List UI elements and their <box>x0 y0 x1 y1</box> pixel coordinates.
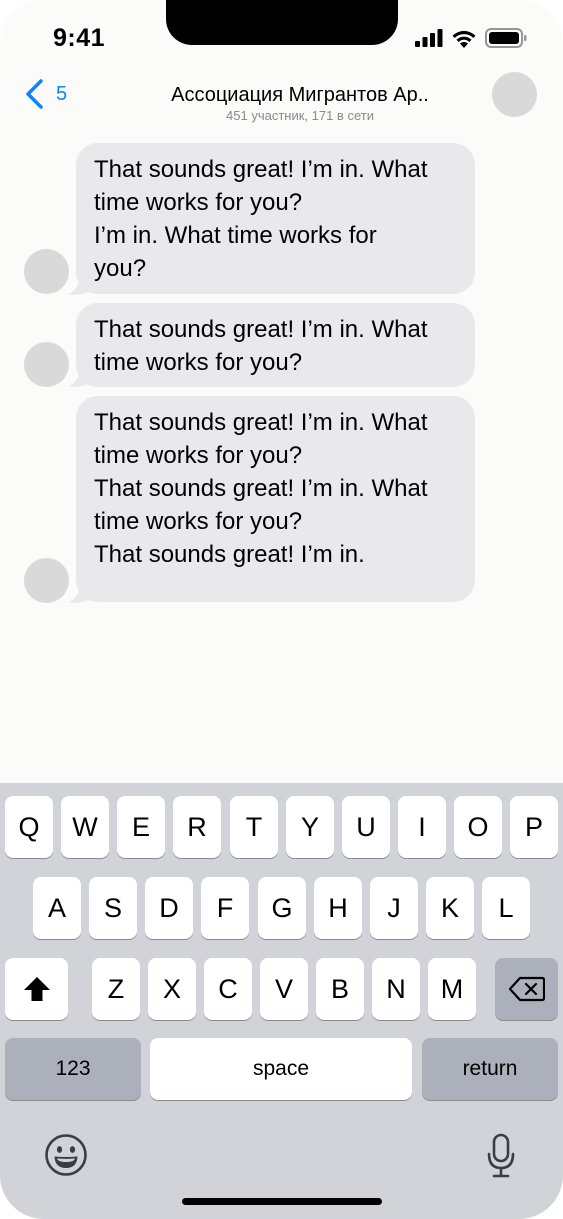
wifi-icon <box>452 30 476 48</box>
key-y[interactable]: Y <box>286 796 334 858</box>
key-b[interactable]: B <box>316 958 364 1020</box>
back-button[interactable]: 5 <box>24 78 67 110</box>
key-u[interactable]: U <box>342 796 390 858</box>
key-o[interactable]: O <box>454 796 502 858</box>
emoji-icon[interactable] <box>44 1133 88 1177</box>
chat-avatar[interactable] <box>492 72 537 117</box>
key-a[interactable]: A <box>33 877 81 939</box>
key-m[interactable]: M <box>428 958 476 1020</box>
key-p[interactable]: P <box>510 796 558 858</box>
home-indicator[interactable] <box>182 1198 382 1205</box>
phone-screen: 9:41 5 Ассоциация Мигрантов Ар.. 451 уча… <box>0 0 563 1219</box>
key-n[interactable]: N <box>372 958 420 1020</box>
numbers-key[interactable]: 123 <box>5 1038 141 1100</box>
chat-subtitle: 451 участник, 171 в сети <box>226 108 374 123</box>
key-d[interactable]: D <box>145 877 193 939</box>
message-bubble[interactable]: That sounds great! I’m in. What time wor… <box>76 143 475 294</box>
message-line: That sounds great! I’m in. What <box>94 409 428 436</box>
delete-icon <box>508 976 545 1002</box>
key-s[interactable]: S <box>89 877 137 939</box>
message-line: time works for you? <box>94 189 303 216</box>
key-l[interactable]: L <box>482 877 530 939</box>
key-z[interactable]: Z <box>92 958 140 1020</box>
key-f[interactable]: F <box>201 877 249 939</box>
key-g[interactable]: G <box>258 877 306 939</box>
message-line: That sounds great! I’m in. What <box>94 156 428 183</box>
key-t[interactable]: T <box>230 796 278 858</box>
return-key[interactable]: return <box>422 1038 558 1100</box>
key-k[interactable]: K <box>426 877 474 939</box>
message-line: That sounds great! I’m in. <box>94 541 365 568</box>
key-e[interactable]: E <box>117 796 165 858</box>
key-x[interactable]: X <box>148 958 196 1020</box>
key-c[interactable]: C <box>204 958 252 1020</box>
status-time: 9:41 <box>53 24 106 52</box>
chat-header[interactable]: Ассоциация Мигрантов Ар.. 451 участник, … <box>100 83 500 123</box>
key-j[interactable]: J <box>370 877 418 939</box>
key-r[interactable]: R <box>173 796 221 858</box>
message-line: time works for you? <box>94 349 303 376</box>
chat-title: Ассоциация Мигрантов Ар.. <box>171 84 429 106</box>
shift-key[interactable] <box>5 958 68 1020</box>
delete-key[interactable] <box>495 958 558 1020</box>
space-key[interactable]: space <box>150 1038 412 1100</box>
message-line: time works for you? <box>94 442 303 469</box>
message-bubble[interactable]: That sounds great! I’m in. What time wor… <box>76 303 475 387</box>
chevron-left-icon <box>26 79 43 109</box>
status-icons <box>415 28 527 48</box>
notch <box>166 0 398 45</box>
battery-icon <box>485 28 527 48</box>
message-bubble[interactable]: That sounds great! I’m in. What time wor… <box>76 396 475 602</box>
message-line: you? <box>94 255 147 282</box>
signal-icon <box>415 29 443 47</box>
key-i[interactable]: I <box>398 796 446 858</box>
back-count: 5 <box>56 82 68 105</box>
key-h[interactable]: H <box>314 877 362 939</box>
key-w[interactable]: W <box>61 796 109 858</box>
key-q[interactable]: Q <box>5 796 53 858</box>
message-line: time works for you? <box>94 508 303 535</box>
message-line: That sounds great! I’m in. What <box>94 316 428 343</box>
microphone-icon[interactable] <box>486 1133 516 1179</box>
message-line: I’m in. What time works for <box>94 222 377 249</box>
shift-icon <box>23 977 50 1001</box>
key-v[interactable]: V <box>260 958 308 1020</box>
message-line: That sounds great! I’m in. What <box>94 475 428 502</box>
